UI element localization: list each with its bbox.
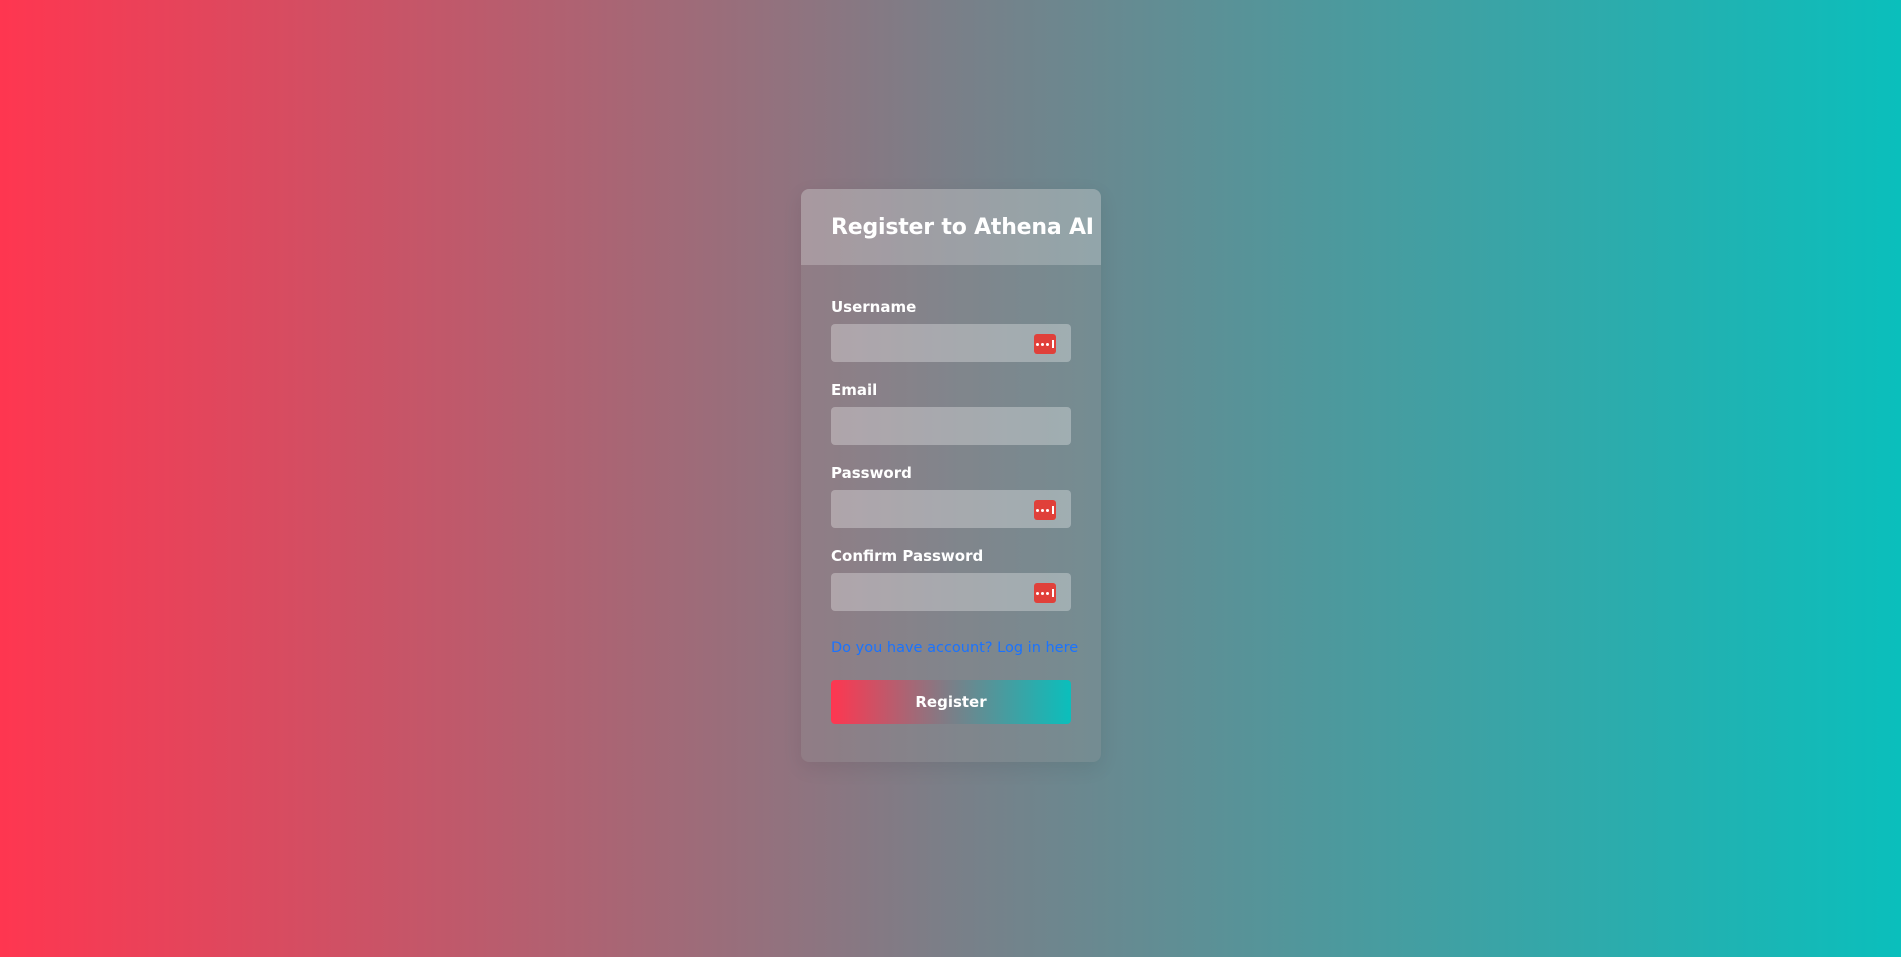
confirm-password-field-group: Confirm Password xyxy=(831,548,1071,611)
confirm-password-input-wrap xyxy=(831,573,1071,611)
password-label: Password xyxy=(831,464,912,482)
email-input-wrap xyxy=(831,407,1071,445)
register-button[interactable]: Register xyxy=(831,680,1071,724)
password-input-wrap xyxy=(831,490,1071,528)
password-manager-icon[interactable] xyxy=(1034,583,1056,603)
password-field-group: Password xyxy=(831,465,1071,528)
card-header: Register to Athena AI xyxy=(801,189,1101,265)
register-form: Username Email Password Confirm Password… xyxy=(801,265,1101,754)
confirm-password-label: Confirm Password xyxy=(831,547,984,565)
password-manager-icon[interactable] xyxy=(1034,334,1056,354)
register-card: Register to Athena AI Username Email Pas… xyxy=(801,189,1101,762)
password-manager-icon[interactable] xyxy=(1034,500,1056,520)
page-title: Register to Athena AI xyxy=(831,214,1094,240)
username-field-group: Username xyxy=(831,299,1071,362)
username-label: Username xyxy=(831,298,917,316)
login-link[interactable]: Do you have account? Log in here xyxy=(831,639,1078,657)
email-input[interactable] xyxy=(831,407,1071,445)
email-field-group: Email xyxy=(831,382,1071,445)
email-label: Email xyxy=(831,381,878,399)
username-input-wrap xyxy=(831,324,1071,362)
